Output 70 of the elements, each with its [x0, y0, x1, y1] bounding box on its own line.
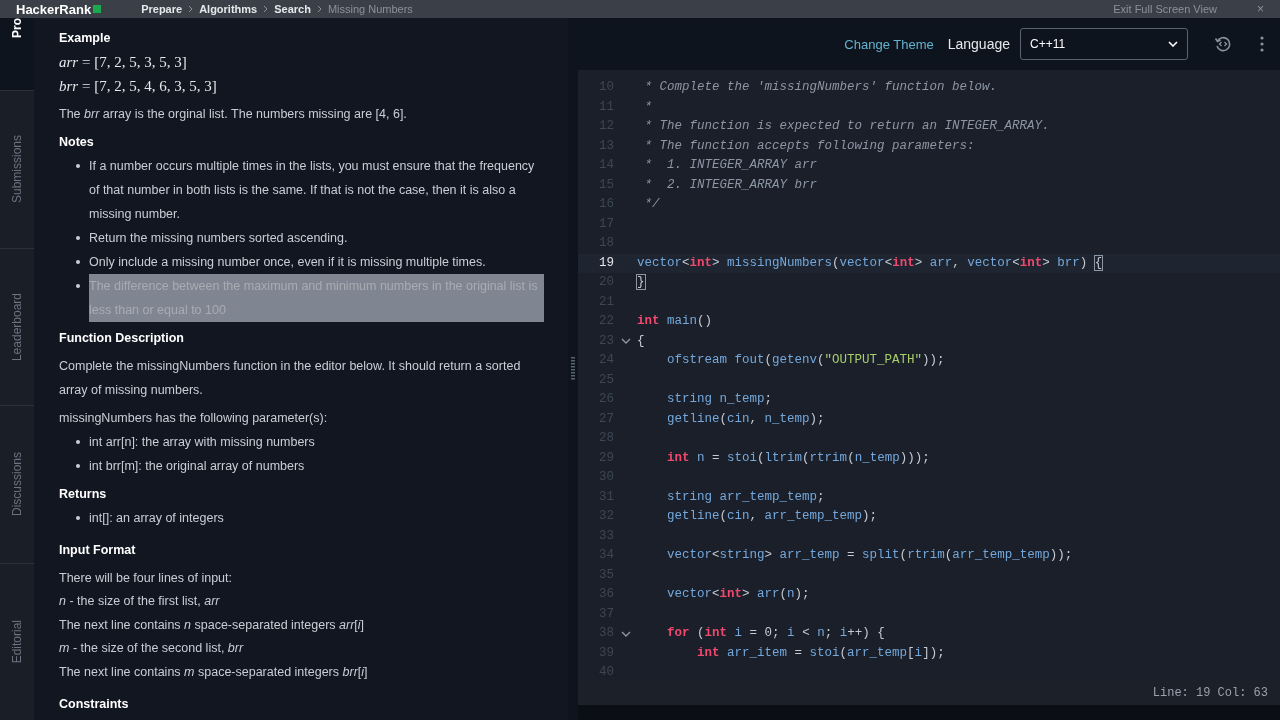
list-item-text: Only include a missing number once, even if it is missing multiple times. [89, 254, 486, 271]
chevron-icon [188, 5, 194, 13]
breadcrumb-link[interactable]: Algorithms [199, 3, 258, 15]
code-line: int arr_item = stoi(arr_temp[i]); [696, 644, 945, 662]
language-select[interactable]: C++11 [1020, 28, 1188, 60]
logo-icon [93, 5, 102, 13]
fold-chevron-icon[interactable] [620, 338, 631, 345]
line-number: 19 [598, 254, 614, 272]
code-line: vector<int> arr(n); [666, 586, 810, 603]
bullet-icon [76, 284, 80, 288]
section-heading: Function Description [59, 330, 185, 347]
list-item-text: If a number occurs multiple times in the lists, you must ensure that the frequency of that number in both lists is the same. If that is not the case, then it is also a missing number. [89, 158, 536, 223]
chevron-icon [316, 5, 322, 13]
list-item-text: int arr[n]: the array with missing numbers [89, 434, 315, 451]
code-line: * The function is expected to return an INTEGER_ARRAY. [643, 118, 1050, 135]
section-heading: Returns [59, 486, 108, 503]
breadcrumb-link[interactable]: Search [274, 3, 311, 15]
code-line: * 1. INTEGER_ARRAY arr [643, 157, 818, 174]
section-heading: Example [59, 30, 112, 47]
paragraph: Complete the missingNumbers function in the editor below. It should return a sorted array of missing numbers. [59, 358, 522, 399]
paragraph: missingNumbers has the following parameter(s): [59, 410, 329, 427]
bullet-icon [76, 440, 80, 444]
code-line: */ [643, 196, 660, 213]
paragraph: The brr array is the orginal list. The numbers missing are [4, 6]. [59, 106, 408, 123]
list-item-text: int[]: an array of integers [89, 510, 224, 527]
code-line: getline(cin, arr_temp_temp); [666, 508, 878, 525]
math-formula: brr = [7, 2, 5, 4, 6, 3, 5, 3] [59, 77, 218, 96]
more-icon[interactable] [1260, 36, 1264, 52]
logo-text[interactable]: HackerRank [16, 1, 92, 17]
input-format-line: The next line contains n space-separated integers arr[i] [59, 616, 366, 634]
section-heading: Constraints [59, 696, 130, 713]
code-line: { [637, 332, 645, 350]
input-format-line: m - the size of the second list, brr [59, 640, 245, 657]
language-label: Language [947, 36, 1010, 52]
cursor-position: Line: 19 Col: 63 [1152, 685, 1268, 700]
bullet-icon [76, 516, 80, 520]
code-line: for (int i = 0; i < n; i++) { [666, 625, 885, 642]
bullet-icon [76, 260, 80, 264]
side-tab[interactable]: Pro [0, 18, 34, 90]
code-line: vector<int> missingNumbers(vector<int> arr, vector<int> brr) { [637, 254, 1103, 272]
chevron-down-icon [1168, 41, 1178, 47]
code-line: * [643, 98, 652, 116]
code-line: ofstream fout(getenv("OUTPUT_PATH")); [666, 352, 945, 369]
code-line: vector<string> arr_temp = split(rtrim(arr_temp_temp)); [666, 547, 1073, 564]
code-line: * 2. INTEGER_ARRAY brr [643, 176, 818, 194]
bullet-icon [76, 164, 80, 168]
drag-handle-icon[interactable] [571, 357, 575, 381]
list-item-text: int brr[m]: the original array of numbers [89, 458, 305, 475]
fold-chevron-icon[interactable] [620, 630, 631, 637]
code-line: int n = stoi(ltrim(rtrim(n_temp))); [666, 449, 930, 467]
code-line: * The function accepts following parameters: [643, 137, 975, 155]
section-heading: Input Format [59, 542, 137, 559]
code-line: * Complete the 'missingNumbers' function below. [643, 79, 998, 96]
code-line: getline(cin, n_temp); [666, 410, 825, 428]
list-item-text: Return the missing numbers sorted ascending. [89, 230, 348, 247]
bullet-icon [76, 236, 80, 240]
reset-icon[interactable] [1214, 35, 1232, 53]
change-theme-link[interactable]: Change Theme [844, 36, 934, 52]
paragraph: There will be four lines of input: [59, 570, 233, 587]
input-format-line: The next line contains m space-separated integers brr[i] [59, 663, 369, 681]
input-format-line: n - the size of the first list, arr [59, 593, 221, 610]
code-line: string n_temp; [666, 391, 773, 408]
math-formula: arr = [7, 2, 5, 3, 5, 3] [59, 53, 188, 72]
chevron-icon [263, 5, 269, 13]
code-line: int main() [637, 313, 713, 330]
section-heading: Notes [59, 134, 95, 151]
code-line: } [637, 274, 645, 291]
code-line: string arr_temp_temp; [666, 488, 825, 506]
bullet-icon [76, 464, 80, 468]
breadcrumb-link[interactable]: Prepare [141, 3, 183, 15]
